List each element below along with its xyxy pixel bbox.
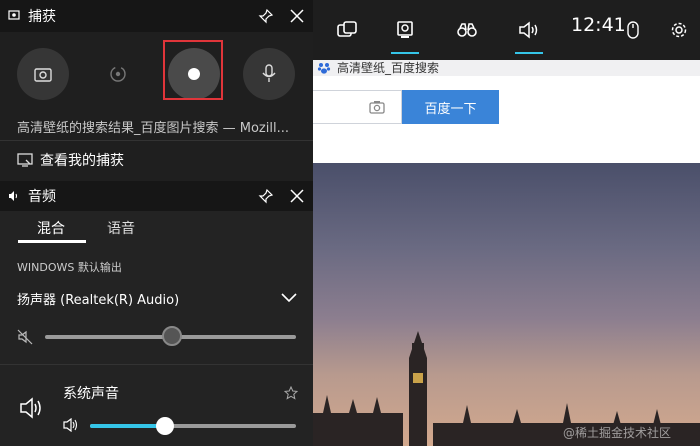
capture-app-name: 高清壁纸的搜索结果_百度图片搜索 — Mozill...	[17, 121, 289, 136]
pin-icon[interactable]	[258, 188, 274, 204]
wallpaper-image	[313, 163, 700, 446]
audio-widget-button[interactable]	[499, 0, 559, 60]
replay-icon	[110, 66, 126, 82]
camera-icon	[34, 68, 52, 82]
view-captures-link[interactable]: 查看我的捕获	[40, 150, 124, 170]
master-volume-thumb[interactable]	[162, 326, 182, 346]
active-indicator	[515, 52, 543, 54]
tab-mix[interactable]: 混合	[37, 218, 65, 238]
binoculars-icon	[457, 23, 477, 37]
panel-title: 音频	[28, 189, 56, 205]
game-bar-top: 12:41	[313, 0, 700, 60]
watermark: @稀土掘金技术社区	[563, 426, 672, 440]
pin-icon[interactable]	[258, 8, 274, 24]
microphone-icon	[262, 64, 276, 82]
speaker-icon	[519, 21, 538, 39]
widget-button[interactable]	[317, 0, 377, 60]
capture-panel-header[interactable]: 捕获	[0, 0, 313, 32]
speaker-muted-icon[interactable]	[17, 329, 33, 345]
london-skyline-silhouette	[313, 331, 700, 446]
browser-tab[interactable]: 高清壁纸_百度搜索	[313, 60, 700, 76]
browser-window: 高清壁纸_百度搜索 百度一下	[313, 60, 700, 446]
mouse-icon	[627, 21, 639, 39]
performance-button[interactable]	[437, 0, 497, 60]
star-icon[interactable]	[284, 386, 298, 400]
speaker-icon	[20, 397, 41, 419]
active-indicator	[391, 52, 419, 54]
capture-widget-button[interactable]	[375, 0, 435, 60]
camera-icon[interactable]	[369, 100, 385, 114]
search-input[interactable]	[313, 90, 402, 124]
audio-panel: 音频 混合 语音 WINDOWS 默认输出 扬声器 (Realtek(R) Au…	[0, 181, 313, 446]
baidu-paw-icon	[317, 63, 331, 74]
close-icon[interactable]	[289, 8, 305, 24]
highlight-box	[163, 40, 223, 100]
divider	[0, 140, 313, 141]
capture-panel: 捕获 高清壁纸的搜索结果_百度图片搜索 — Mozill... 查看我的捕获	[0, 0, 313, 181]
capture-icon	[397, 21, 413, 38]
capture-small-icon	[8, 10, 20, 20]
output-device-select[interactable]: 扬声器 (Realtek(R) Audio)	[17, 289, 179, 308]
panel-title: 捕获	[28, 9, 56, 25]
tab-voice[interactable]: 语音	[107, 218, 135, 238]
widget-icon	[337, 21, 357, 37]
search-row: 百度一下	[313, 90, 700, 124]
tab-title: 高清壁纸_百度搜索	[337, 61, 440, 75]
speaker-small-icon[interactable]	[63, 418, 79, 432]
output-label: WINDOWS 默认输出	[17, 261, 122, 274]
app-volume-thumb[interactable]	[156, 417, 174, 435]
app-name: 系统声音	[63, 386, 119, 402]
settings-button[interactable]	[659, 0, 699, 60]
record-last-button[interactable]	[92, 48, 144, 100]
gear-icon	[671, 22, 687, 38]
divider	[0, 364, 313, 365]
close-icon[interactable]	[289, 188, 305, 204]
audio-panel-header[interactable]: 音频	[0, 181, 313, 211]
chevron-down-icon[interactable]	[281, 293, 297, 303]
mouse-button[interactable]	[613, 0, 653, 60]
screenshot-button[interactable]	[17, 48, 69, 100]
tab-active-underline	[18, 240, 86, 243]
search-button[interactable]: 百度一下	[402, 90, 499, 124]
app-volume-fill	[90, 424, 164, 428]
gallery-icon	[17, 153, 33, 167]
microphone-button[interactable]	[243, 48, 295, 100]
speaker-small-icon	[9, 191, 17, 201]
